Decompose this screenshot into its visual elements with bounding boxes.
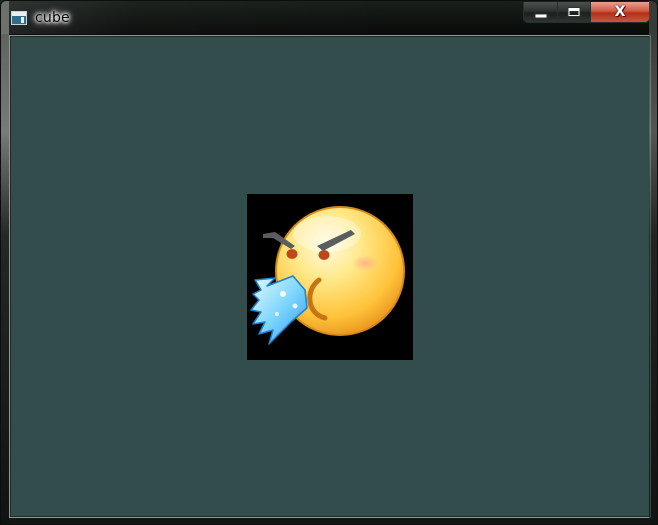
maximize-button[interactable] <box>558 2 591 23</box>
minimize-button[interactable] <box>523 2 558 23</box>
close-button[interactable]: X <box>591 2 650 23</box>
window-title: cube <box>35 10 70 26</box>
app-window-icon[interactable] <box>11 11 27 25</box>
angry-emoji-icon <box>250 206 405 345</box>
close-icon: X <box>614 4 626 20</box>
app-window: cube X <box>0 0 658 525</box>
maximize-icon <box>568 8 580 16</box>
window-controls: X <box>523 2 650 23</box>
emoji-sprite <box>247 194 413 360</box>
render-canvas[interactable] <box>9 35 651 518</box>
minimize-icon <box>535 14 546 18</box>
title-bar[interactable]: cube X <box>1 1 657 34</box>
